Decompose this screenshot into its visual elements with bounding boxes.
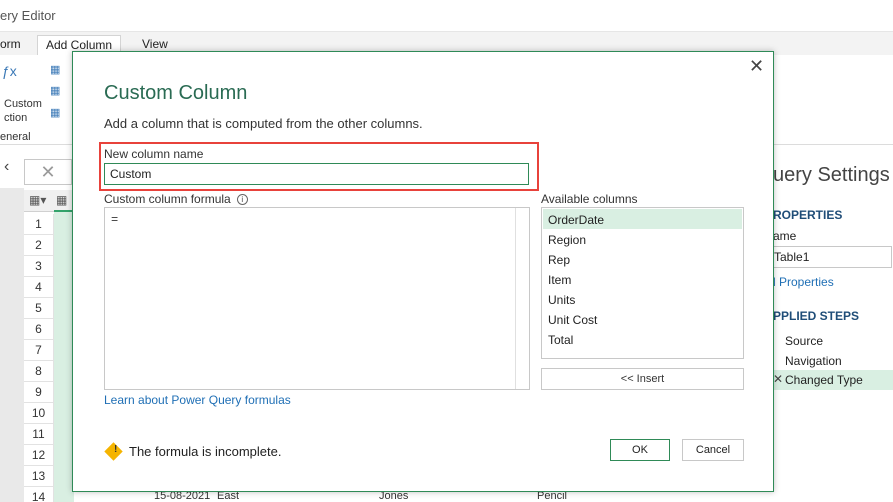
formula-label-wrap: Custom column formula i: [104, 192, 248, 206]
selected-column-fill: [54, 212, 74, 502]
row-number[interactable]: 14: [24, 487, 54, 502]
query-name-input[interactable]: Table1: [773, 246, 892, 268]
row-number[interactable]: 2: [24, 235, 54, 256]
step-label: Source: [785, 334, 824, 348]
step-navigation[interactable]: Navigation: [773, 351, 893, 371]
insert-button[interactable]: << Insert: [541, 368, 744, 390]
row-number[interactable]: 3: [24, 256, 54, 277]
column-list-item[interactable]: OrderDate: [543, 209, 742, 229]
step-label: Navigation: [785, 354, 842, 368]
column-list-item[interactable]: Total: [543, 329, 742, 349]
grid-header: ▦▾ ▦: [24, 190, 74, 212]
title-bar: ery Editor: [0, 0, 893, 32]
custom-function-label-2: ction: [4, 112, 28, 124]
delete-step-icon[interactable]: ✕: [773, 372, 783, 386]
column-list-item[interactable]: Units: [543, 289, 742, 309]
row-number[interactable]: 6: [24, 319, 54, 340]
column-list-item[interactable]: Item: [543, 269, 742, 289]
row-number[interactable]: 12: [24, 445, 54, 466]
warning-icon: !: [104, 442, 123, 461]
step-changed-type[interactable]: ✕ Changed Type: [773, 370, 893, 390]
name-label: ame: [773, 229, 797, 243]
row-number[interactable]: 5: [24, 298, 54, 319]
new-column-name-input[interactable]: [104, 163, 529, 185]
warning-message: ! The formula is incomplete.: [104, 442, 282, 461]
cancel-button[interactable]: Cancel: [682, 439, 744, 461]
row-number[interactable]: 10: [24, 403, 54, 424]
row-number[interactable]: 1: [24, 214, 54, 235]
collapse-chevron-icon[interactable]: ‹: [4, 158, 9, 176]
formula-cancel-button[interactable]: ✕: [24, 159, 72, 185]
custom-column-dialog: ✕ Custom Column Add a column that is com…: [72, 51, 774, 492]
step-source[interactable]: Source: [773, 331, 893, 351]
data-grid: ▦▾ ▦ 1 2 3 4 5 6 7 8 9 10 11 12 13 14: [24, 190, 74, 502]
available-columns-label: Available columns: [541, 192, 638, 206]
formula-label: Custom column formula: [104, 192, 231, 206]
duplicate-column-icon[interactable]: ▦: [50, 106, 60, 119]
ok-button[interactable]: OK: [610, 439, 670, 461]
formula-text: =: [111, 213, 119, 227]
row-number[interactable]: 13: [24, 466, 54, 487]
dialog-subtitle: Add a column that is computed from the o…: [104, 116, 423, 131]
warning-text: The formula is incomplete.: [129, 444, 282, 459]
custom-function-icon[interactable]: ƒx: [2, 63, 17, 79]
formula-scrollbar[interactable]: [515, 208, 529, 389]
queries-pane-collapsed[interactable]: [0, 188, 24, 502]
all-properties-link[interactable]: l Properties: [773, 275, 834, 289]
formula-editor[interactable]: =: [104, 207, 530, 390]
tab-transform[interactable]: orm: [0, 35, 29, 53]
learn-formulas-link[interactable]: Learn about Power Query formulas: [104, 393, 291, 407]
row-number[interactable]: 7: [24, 340, 54, 361]
row-number[interactable]: 9: [24, 382, 54, 403]
row-number[interactable]: 11: [24, 424, 54, 445]
available-columns-list[interactable]: OrderDate Region Rep Item Units Unit Cost Tota…: [541, 207, 744, 359]
window-title: ery Editor: [0, 8, 56, 23]
invoke-function-icon[interactable]: ▦: [50, 84, 60, 97]
column-from-examples-icon[interactable]: ▦: [50, 63, 60, 76]
ribbon-group-label: eneral: [0, 131, 31, 143]
column-list-item[interactable]: Rep: [543, 249, 742, 269]
custom-function-label-1: Custom: [4, 98, 42, 110]
close-icon[interactable]: ✕: [749, 56, 764, 77]
applied-steps-header: PPLIED STEPS: [773, 309, 860, 323]
query-settings-pane: uery Settings ROPERTIES ame Table1 l Pro…: [773, 152, 893, 502]
new-column-name-label: New column name: [104, 147, 204, 161]
info-icon[interactable]: i: [236, 194, 248, 205]
step-label: Changed Type: [785, 373, 863, 387]
row-number[interactable]: 4: [24, 277, 54, 298]
column-type-icon[interactable]: ▦: [56, 193, 67, 207]
properties-header: ROPERTIES: [773, 208, 843, 222]
column-list-item[interactable]: Region: [543, 229, 742, 249]
column-list-item[interactable]: Unit Cost: [543, 309, 742, 329]
query-settings-title: uery Settings: [773, 164, 890, 186]
table-menu-icon[interactable]: ▦▾: [29, 193, 46, 207]
dialog-title: Custom Column: [104, 82, 248, 104]
row-number[interactable]: 8: [24, 361, 54, 382]
